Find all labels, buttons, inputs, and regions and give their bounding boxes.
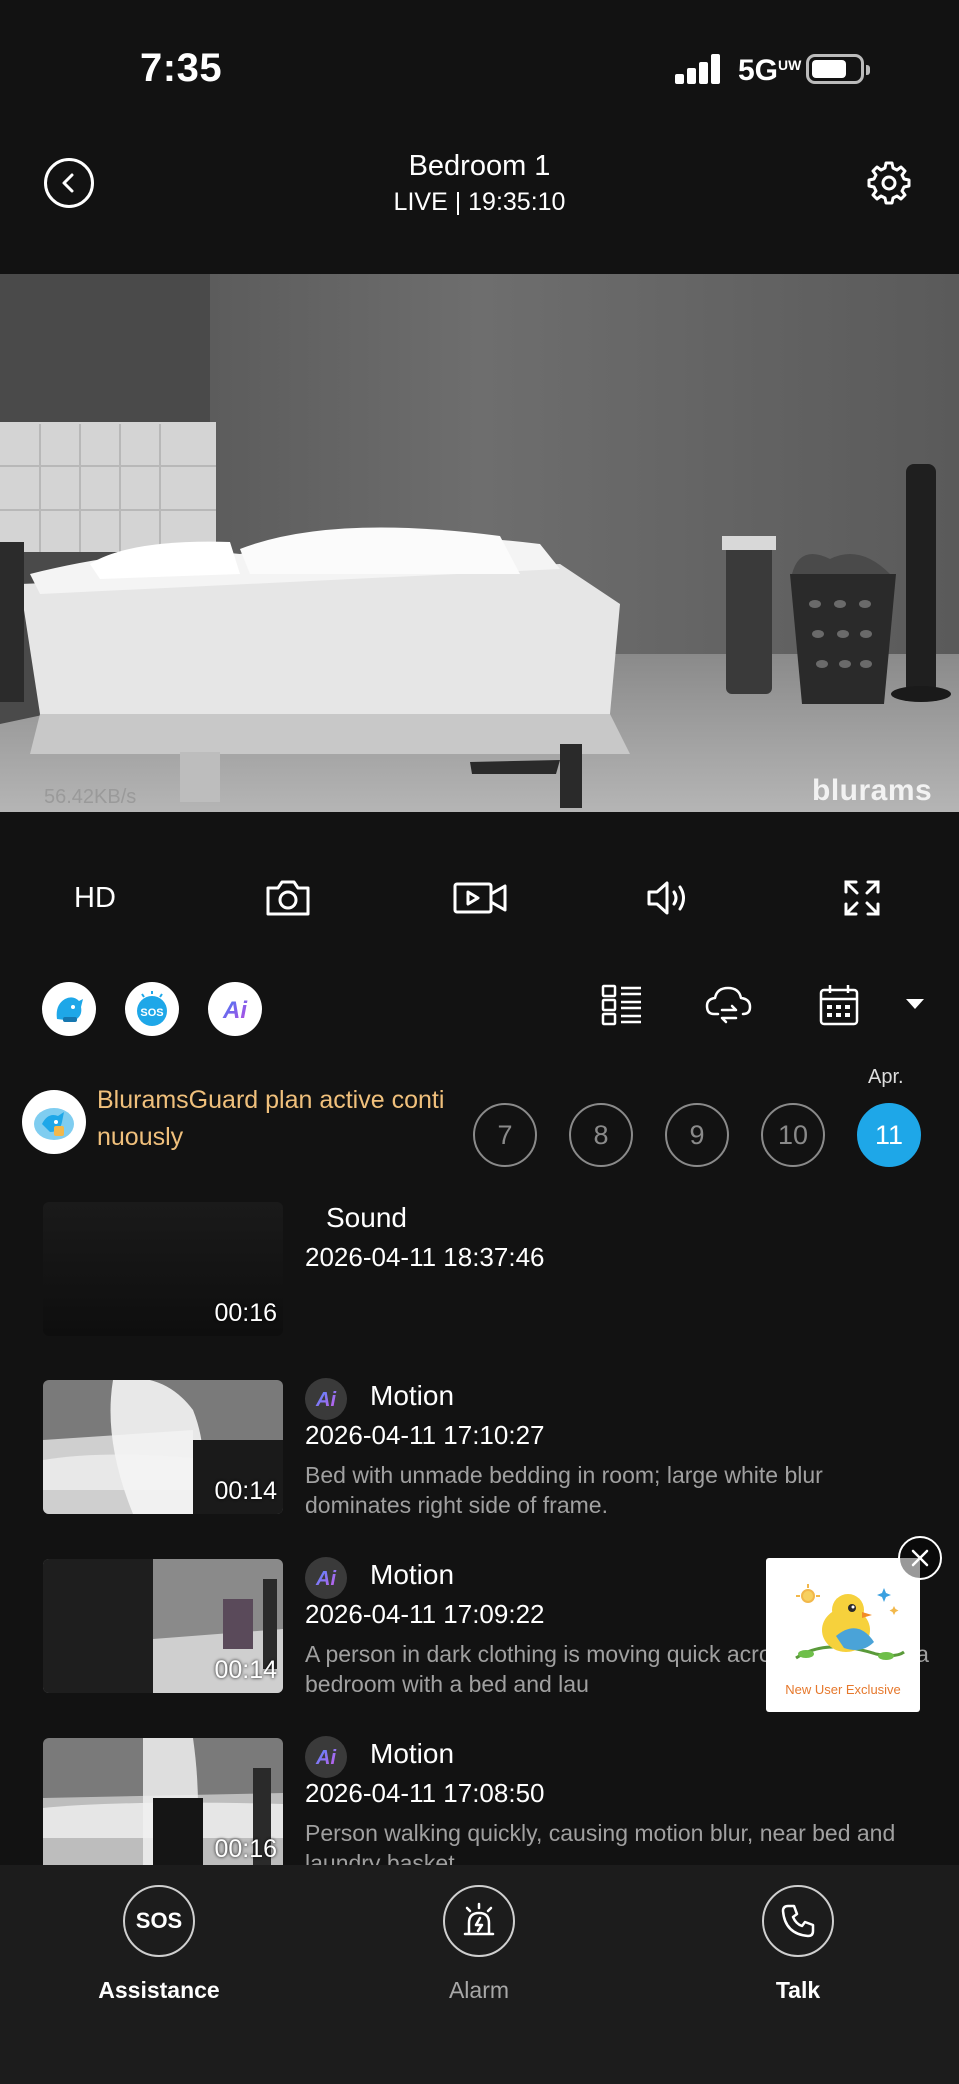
hd-quality-toggle[interactable]: HD xyxy=(64,872,126,924)
fullscreen-icon[interactable] xyxy=(840,872,884,924)
promo-card[interactable]: New User Exclusive xyxy=(766,1558,920,1712)
month-label: Apr. xyxy=(868,1066,904,1088)
live-timestamp: LIVE | 19:35:10 xyxy=(393,188,566,216)
event-item[interactable]: 00:14 Ai Motion 2026-04-11 17:10:27 Bed with… xyxy=(0,1368,959,1518)
event-timestamp: 2026-04-11 17:10:27 xyxy=(305,1420,545,1450)
event-type: Motion xyxy=(370,1559,455,1590)
network-indicator: 5GUW xyxy=(738,54,801,88)
talk-label: Talk xyxy=(775,1977,821,2003)
svg-text:SOS: SOS xyxy=(140,1007,163,1019)
promo-label: New User Exclusive xyxy=(785,1682,901,1697)
event-description: Bed with unmade bedding in room; large w… xyxy=(305,1462,823,1518)
battery-icon xyxy=(806,54,870,84)
event-type: Sound xyxy=(326,1202,407,1233)
signal-icon xyxy=(675,54,723,84)
event-thumbnail[interactable]: 00:16 xyxy=(43,1202,283,1336)
status-bar: 7:35 5GUW xyxy=(0,0,959,140)
clip-duration: 00:14 xyxy=(214,1477,277,1505)
alarm-button[interactable] xyxy=(443,1885,515,1957)
brand-watermark: blurams xyxy=(812,774,933,807)
record-video-icon[interactable] xyxy=(452,872,508,924)
event-type: Motion xyxy=(370,1738,455,1769)
status-time: 7:35 xyxy=(140,46,223,90)
plan-status-text: BluramsGuard plan active continuously xyxy=(97,1086,445,1151)
event-timestamp: 2026-04-11 17:09:22 xyxy=(305,1599,545,1629)
bitrate-label: 56.42KB/s xyxy=(44,786,137,808)
clip-duration: 00:16 xyxy=(214,1835,277,1863)
bird-mascot-icon xyxy=(795,1584,905,1660)
svg-text:Ai: Ai xyxy=(315,1389,336,1411)
network-label: 5G xyxy=(738,54,779,87)
clip-duration: 00:16 xyxy=(214,1299,277,1327)
ai-feature-icon[interactable]: Ai xyxy=(208,982,262,1036)
svg-text:Ai: Ai xyxy=(315,1747,336,1769)
talk-button[interactable] xyxy=(762,1885,834,1957)
event-list[interactable]: 00:16 Sound 2026-04-11 18:37:46 00:14 Ai Moti… xyxy=(0,1190,959,1865)
bottom-action-bar: SOS Assistance Alarm Talk xyxy=(0,1865,959,2084)
network-sup: UW xyxy=(778,57,802,73)
day-7[interactable]: 7 xyxy=(473,1103,537,1167)
ai-badge-icon: Ai xyxy=(305,1736,347,1778)
phone-icon xyxy=(781,1904,815,1938)
day-9[interactable]: 9 xyxy=(665,1103,729,1167)
clip-duration: 00:14 xyxy=(214,1656,277,1684)
page-title: Bedroom 1 xyxy=(408,150,551,182)
camera-snapshot-icon[interactable] xyxy=(262,872,314,924)
ai-badge-icon: Ai xyxy=(305,1378,347,1420)
sos-icon: SOS xyxy=(135,1908,183,1933)
pet-detection-icon[interactable] xyxy=(42,982,96,1036)
event-description: Person walking quickly, causing motion b… xyxy=(305,1820,896,1865)
list-view-icon[interactable] xyxy=(597,980,647,1030)
event-item[interactable]: 00:16 Ai Motion 2026-04-11 17:08:50 Person w… xyxy=(0,1726,959,1865)
event-type: Motion xyxy=(370,1380,455,1411)
cloud-sync-icon[interactable] xyxy=(704,980,754,1030)
guard-plan-icon xyxy=(22,1090,86,1154)
day-11[interactable]: 11 xyxy=(857,1103,921,1167)
assistance-label: Assistance xyxy=(98,1977,220,2003)
sos-feature-icon[interactable]: SOS xyxy=(125,982,179,1036)
ai-badge-icon: Ai xyxy=(305,1557,347,1599)
camera-view-image xyxy=(0,274,959,812)
svg-text:Ai: Ai xyxy=(222,997,248,1024)
event-timestamp: 2026-04-11 17:08:50 xyxy=(305,1778,545,1808)
event-thumbnail[interactable]: 00:16 xyxy=(43,1738,283,1865)
live-video-feed[interactable] xyxy=(0,274,959,812)
day-8[interactable]: 8 xyxy=(569,1103,633,1167)
day-10[interactable]: 10 xyxy=(761,1103,825,1167)
chevron-down-icon[interactable] xyxy=(900,980,930,1030)
event-thumbnail[interactable]: 00:14 xyxy=(43,1559,283,1693)
alarm-label: Alarm xyxy=(448,1977,510,2003)
svg-text:Ai: Ai xyxy=(315,1568,336,1590)
speaker-icon[interactable] xyxy=(644,872,692,924)
gear-icon[interactable] xyxy=(866,160,912,206)
close-icon[interactable] xyxy=(898,1536,942,1580)
calendar-icon[interactable] xyxy=(814,980,864,1030)
event-thumbnail[interactable]: 00:14 xyxy=(43,1380,283,1514)
event-item[interactable]: 00:16 Sound 2026-04-11 18:37:46 xyxy=(0,1190,959,1336)
alarm-siren-icon xyxy=(463,1902,495,1936)
sos-button[interactable]: SOS xyxy=(123,1885,195,1957)
event-timestamp: 2026-04-11 18:37:46 xyxy=(305,1242,545,1272)
